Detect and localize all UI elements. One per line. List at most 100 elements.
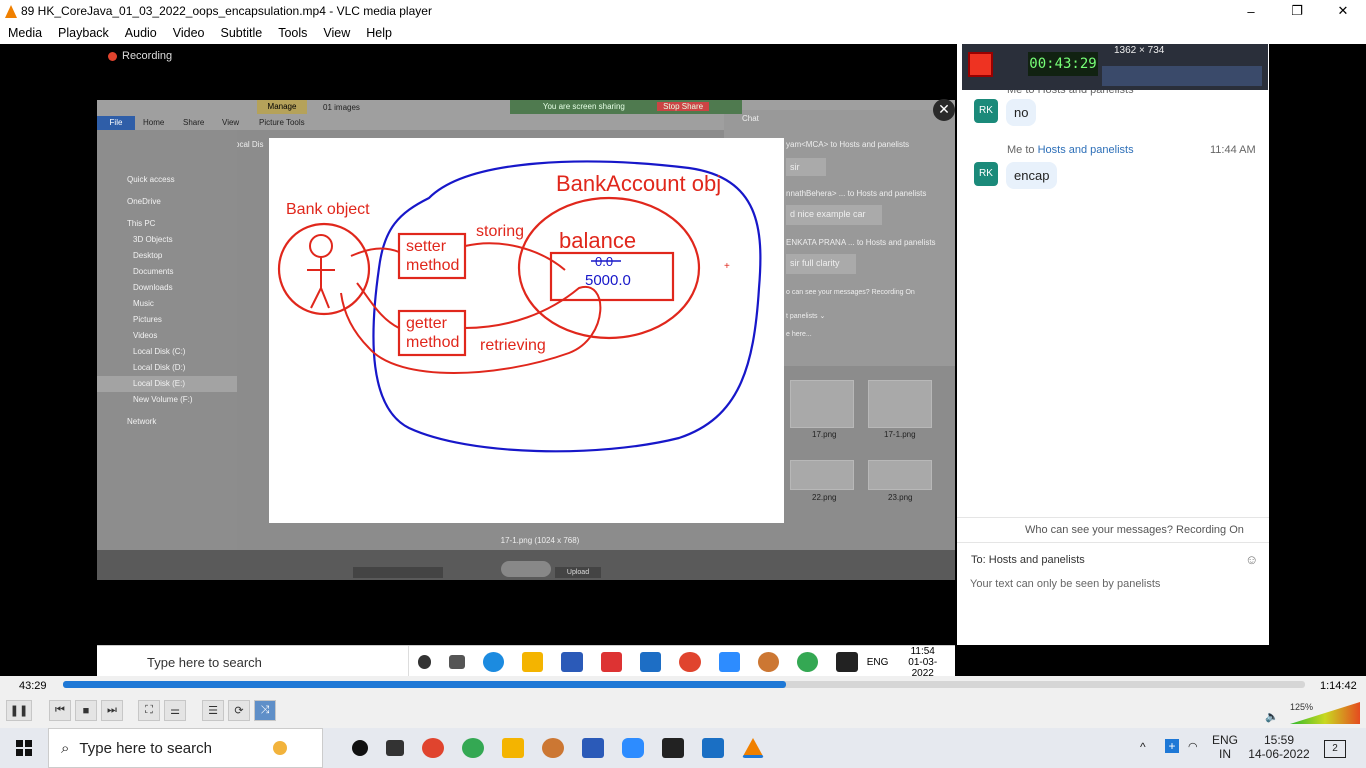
explorer-tab-share: Share: [183, 118, 205, 127]
explorer-picture-tools: Picture Tools: [259, 118, 305, 127]
total-time: 1:14:42: [1320, 680, 1357, 692]
figure-to-setter-arrow: [350, 247, 400, 257]
menu-tools[interactable]: Tools: [270, 26, 315, 40]
gift-icon: [600, 652, 622, 672]
menu-media[interactable]: Media: [0, 26, 50, 40]
photos-icon[interactable]: [702, 738, 724, 758]
window-titlebar: 89 HK_CoreJava_01_03_2022_oops_encapsula…: [0, 0, 1366, 22]
storing-label: storing: [476, 223, 524, 240]
start-button[interactable]: [0, 728, 48, 768]
bg-chat-line: nnathBehera> ... to Hosts and panelists: [786, 189, 927, 198]
old-value-label: 0.0: [595, 254, 613, 269]
minimize-button[interactable]: –: [1228, 0, 1274, 22]
menu-subtitle[interactable]: Subtitle: [213, 26, 271, 40]
thumbnail-label: 17.png: [812, 430, 837, 439]
sidebar-item: Local Disk (E:): [97, 376, 237, 392]
tray-wifi-icon[interactable]: ◠: [1188, 740, 1198, 753]
record-dot-icon: [108, 51, 117, 61]
thumbnail: [868, 380, 932, 428]
recorder-app-icon[interactable]: [422, 738, 444, 758]
next-button[interactable]: ⏭: [101, 700, 123, 721]
sidebar-item: Downloads: [133, 283, 173, 292]
maximize-button[interactable]: ❐: [1274, 0, 1320, 22]
retrieving-label: retrieving: [480, 337, 546, 354]
chrome-icon[interactable]: [462, 738, 484, 758]
playlist-button[interactable]: ☰: [202, 700, 224, 721]
figure-to-getter-arrow: [356, 282, 400, 329]
fullscreen-button[interactable]: ⛶: [138, 700, 160, 721]
explorer-tab-view: View: [222, 118, 240, 127]
chat-meta-prefix: Me to: [1007, 144, 1038, 156]
menu-audio[interactable]: Audio: [117, 26, 165, 40]
menu-playback[interactable]: Playback: [50, 26, 117, 40]
extended-settings-button[interactable]: ⚌: [164, 700, 186, 721]
screen-share-bar: You are screen sharing Stop Share: [510, 100, 742, 114]
sidebar-item: Videos: [133, 331, 158, 340]
mail-icon: [639, 652, 662, 672]
bank-object-label: Bank object: [286, 201, 370, 218]
menu-help[interactable]: Help: [358, 26, 400, 40]
new-value-label: 5000.0: [585, 272, 631, 289]
recorded-lang: ENG: [866, 656, 889, 668]
whiteboard-drawing: + BankAccount obj Bank object setter met…: [277, 160, 762, 453]
thumbnail: [790, 380, 854, 428]
pause-button[interactable]: ❚❚: [6, 700, 32, 721]
tray-lang-bottom: IN: [1219, 747, 1231, 761]
seek-bar-fill: [63, 681, 786, 688]
snip-icon: [757, 652, 780, 672]
store-icon: [561, 652, 583, 672]
recorder-tools: [1102, 66, 1262, 86]
snip-icon[interactable]: [542, 738, 564, 758]
tray-plus-icon[interactable]: +: [1165, 739, 1179, 753]
chat-message: no: [1006, 99, 1037, 126]
sidebar-item: Local Disk (D:): [133, 363, 186, 372]
sidebar-item: OneDrive: [127, 197, 161, 206]
sidebar-item: This PC: [127, 219, 156, 228]
menu-view[interactable]: View: [315, 26, 358, 40]
vlc-taskbar-icon[interactable]: [742, 738, 764, 758]
sidebar-item: New Volume (F:): [133, 395, 193, 404]
chat-timestamp: 11:44 AM: [1210, 144, 1256, 156]
taskbar-search-text: Type here to search: [79, 739, 212, 757]
chat-input-placeholder: Your text can only be seen by panelists: [970, 578, 1161, 590]
emoji-icon: ☺: [1245, 552, 1259, 567]
explorer-manage-tab: Manage: [257, 100, 307, 114]
shuffle-button[interactable]: ⤨: [254, 700, 276, 721]
sticky-notes-icon[interactable]: [662, 738, 684, 758]
vlc-icon: [5, 4, 17, 18]
speaker-icon[interactable]: 🔈: [1265, 710, 1279, 723]
cortana-icon[interactable]: [352, 740, 368, 756]
notification-center-button[interactable]: 2: [1324, 740, 1346, 758]
stop-button[interactable]: ■: [75, 700, 97, 721]
stick-figure-head: [309, 234, 333, 258]
close-viewer-icon: ✕: [933, 99, 955, 121]
explorer-tab-home: Home: [143, 118, 165, 127]
tray-language[interactable]: ENG IN: [1212, 733, 1238, 761]
upload-label: Upload: [555, 567, 601, 578]
sidebar-item: Desktop: [133, 251, 163, 260]
chat-footer-notice: Who can see your messages? Recording On: [1025, 524, 1244, 536]
windows-logo-icon: [16, 740, 32, 756]
store-icon[interactable]: [582, 738, 604, 758]
thumbnail: [868, 460, 932, 490]
seek-bar[interactable]: [63, 681, 1305, 688]
thumbnail: [790, 460, 854, 490]
previous-button[interactable]: ⏮: [49, 700, 71, 721]
bg-chat-line: o can see your messages? Recording On: [786, 289, 915, 296]
tray-time: 15:59: [1263, 733, 1295, 747]
loop-button[interactable]: ⟳: [228, 700, 250, 721]
tray-clock[interactable]: 15:59 14-06-2022: [1244, 733, 1314, 761]
task-view-icon[interactable]: [386, 740, 404, 756]
avatar: RK: [974, 162, 998, 186]
menu-video[interactable]: Video: [165, 26, 213, 40]
weather-icon[interactable]: [273, 741, 287, 755]
recorder-resolution: 1362 × 734: [1114, 45, 1165, 56]
chat-meta-to: Hosts and panelists: [1037, 144, 1134, 156]
tray-chevron-icon[interactable]: ^: [1140, 740, 1146, 754]
thumbnail-label: 22.png: [812, 493, 837, 502]
bg-chat-line: yam<MCA> to Hosts and panelists: [786, 140, 910, 149]
bg-chat-line: sir full clarity: [786, 254, 856, 274]
file-explorer-icon[interactable]: [502, 738, 524, 758]
zoom-app-icon[interactable]: [622, 738, 644, 758]
close-button[interactable]: ✕: [1320, 0, 1366, 22]
